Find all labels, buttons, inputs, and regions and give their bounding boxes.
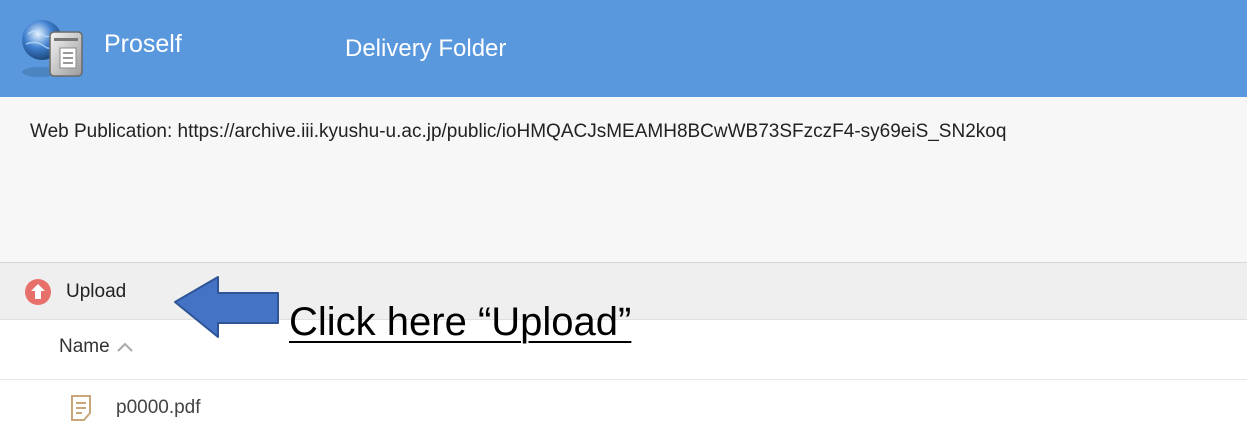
folder-info-panel: Web Publication: https://archive.iii.kyu… <box>0 97 1247 262</box>
proself-logo-icon[interactable] <box>20 14 95 84</box>
name-column-header[interactable]: Name <box>59 336 134 358</box>
web-publication-url: Web Publication: https://archive.iii.kyu… <box>30 121 1007 142</box>
upload-button[interactable]: Upload <box>24 277 126 307</box>
file-name[interactable]: p0000.pdf <box>116 394 201 422</box>
upload-label: Upload <box>66 281 127 302</box>
left-arrow-icon <box>174 276 279 338</box>
table-row[interactable]: p0000.pdf <box>0 380 1247 433</box>
upload-arrow-circle-icon <box>25 279 51 305</box>
document-icon <box>71 395 91 421</box>
annotation-callout: Click here “Upload” <box>289 300 632 344</box>
page-title: Delivery Folder <box>345 35 507 62</box>
chevron-up-icon <box>116 342 133 352</box>
name-column-label: Name <box>59 336 110 357</box>
app-header: Proself Delivery Folder <box>0 0 1247 97</box>
app-name: Proself <box>104 30 182 58</box>
